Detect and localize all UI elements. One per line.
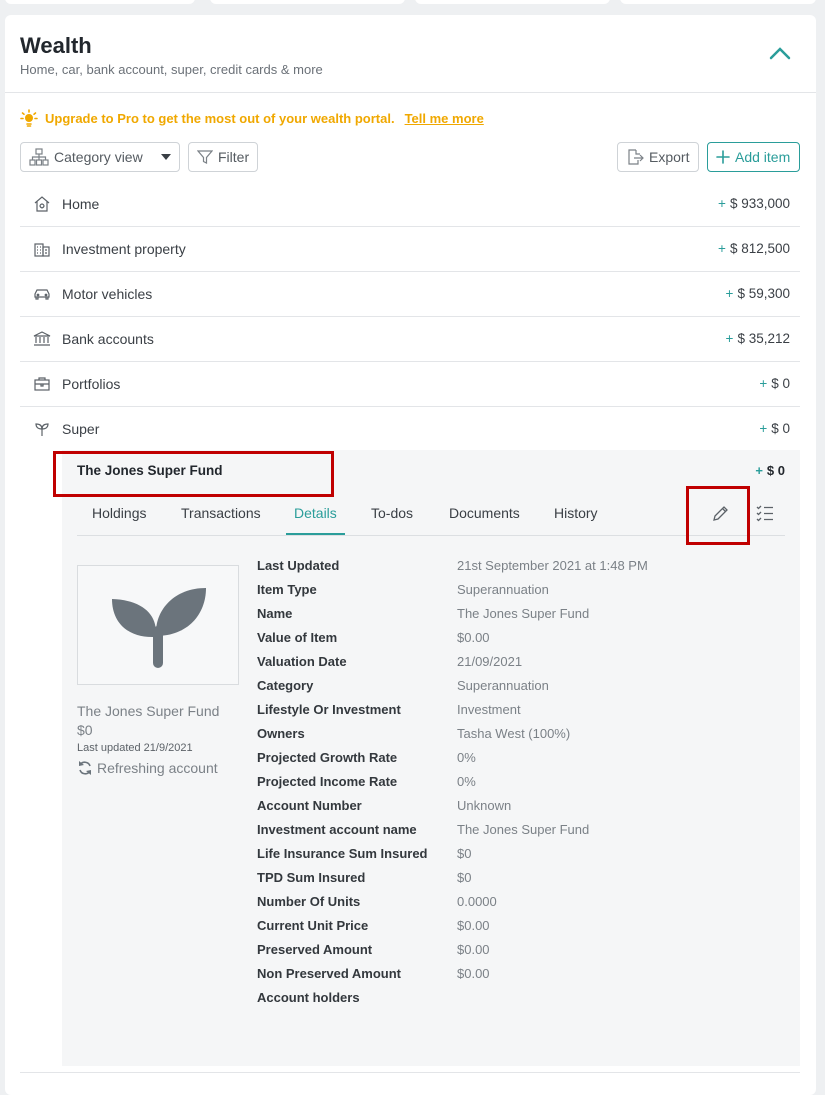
caret-down-icon (161, 154, 171, 160)
filter-button[interactable]: Filter (188, 142, 258, 172)
tab-transactions[interactable]: Transactions (181, 505, 261, 521)
category-label: Home (62, 195, 100, 212)
detail-tabs: Holdings Transactions Details To-dos Doc… (77, 505, 785, 536)
detail-row: Account holders (257, 990, 360, 1005)
top-tab[interactable] (620, 0, 816, 4)
detail-row: Investment account name The Jones Super F… (257, 822, 590, 837)
category-label: Motor vehicles (62, 285, 153, 302)
briefcase-icon (32, 374, 52, 394)
upgrade-banner: Upgrade to Pro to get the most out of yo… (20, 109, 484, 127)
detail-row: Projected Income Rate 0% (257, 774, 476, 789)
collapse-button[interactable] (765, 40, 795, 66)
sprout-icon (112, 588, 206, 668)
chevron-up-icon (769, 47, 791, 60)
add-item-label: Add item (735, 149, 791, 165)
export-button[interactable]: Export (617, 142, 699, 172)
tab-todos[interactable]: To-dos (371, 505, 413, 521)
plus-icon (716, 150, 730, 164)
category-amount: + $ 812,500 (718, 241, 790, 256)
tab-history[interactable]: History (554, 505, 598, 521)
detail-row: Last Updated 21st September 2021 at 1:48 … (257, 558, 648, 573)
category-label: Investment property (62, 240, 186, 257)
top-tab[interactable] (5, 0, 195, 4)
detail-row: Name The Jones Super Fund (257, 606, 590, 621)
category-view-label: Category view (54, 149, 143, 165)
sprout-icon (32, 419, 52, 439)
category-row-portfolios[interactable]: Portfolios + $ 0 (20, 361, 800, 407)
detail-row: Valuation Date 21/09/2021 (257, 654, 523, 669)
detail-row: Category Superannuation (257, 678, 549, 693)
top-tab[interactable] (210, 0, 405, 4)
filter-label: Filter (218, 149, 250, 165)
divider (5, 92, 816, 93)
fund-amount: + $ 0 (755, 463, 785, 478)
highlight-box-edit (686, 486, 750, 545)
category-row-super[interactable]: Super + $ 0 (20, 406, 800, 451)
checklist-icon (756, 505, 773, 522)
tell-me-more-link[interactable]: Tell me more (405, 111, 484, 126)
side-fund-name: The Jones Super Fund (77, 703, 220, 719)
add-item-button[interactable]: Add item (707, 142, 800, 172)
detail-row: Non Preserved Amount $0.00 (257, 966, 490, 981)
category-label: Portfolios (62, 375, 121, 392)
export-label: Export (649, 149, 690, 165)
tab-holdings[interactable]: Holdings (92, 505, 146, 521)
category-label: Bank accounts (62, 330, 154, 347)
category-amount: + $ 0 (759, 421, 790, 436)
filter-icon (197, 150, 213, 164)
divider (20, 1072, 800, 1073)
refresh-account-button[interactable]: Refreshing account (77, 760, 218, 776)
hierarchy-icon (29, 148, 49, 166)
category-row-motor-vehicles[interactable]: Motor vehicles + $ 59,300 (20, 271, 800, 317)
category-row-home[interactable]: Home + $ 933,000 (20, 181, 800, 227)
side-fund-value: $0 (77, 722, 93, 738)
building-icon (32, 239, 52, 259)
category-amount: + $ 0 (759, 376, 790, 391)
checklist-button[interactable] (755, 503, 775, 528)
detail-row: Lifestyle Or Investment Investment (257, 702, 521, 717)
side-last-updated: Last updated 21/9/2021 (77, 742, 193, 754)
page-subtitle: Home, car, bank account, super, credit c… (20, 62, 323, 77)
highlight-box-fund-name (53, 451, 334, 497)
detail-row: Account Number Unknown (257, 798, 512, 813)
fund-thumbnail (77, 565, 239, 685)
upgrade-text: Upgrade to Pro to get the most out of yo… (45, 110, 395, 126)
car-icon (32, 284, 52, 304)
tab-details[interactable]: Details (286, 505, 345, 535)
refresh-icon (79, 761, 91, 775)
detail-row: Life Insurance Sum Insured $0 (257, 846, 472, 861)
bank-icon (32, 329, 52, 349)
detail-row: Preserved Amount $0.00 (257, 942, 490, 957)
category-view-select[interactable]: Category view (20, 142, 180, 172)
category-label: Super (62, 420, 100, 437)
refresh-label: Refreshing account (97, 760, 218, 776)
top-tab-strip (0, 0, 825, 6)
detail-row: Projected Growth Rate 0% (257, 750, 476, 765)
export-icon (628, 149, 644, 165)
detail-row: Item Type Superannuation (257, 582, 549, 597)
category-row-bank-accounts[interactable]: Bank accounts + $ 35,212 (20, 316, 800, 362)
lightbulb-icon (20, 109, 38, 127)
detail-row: Value of Item $0.00 (257, 630, 490, 645)
detail-row: Number Of Units 0.0000 (257, 894, 497, 909)
category-amount: + $ 933,000 (718, 196, 790, 211)
category-row-investment-property[interactable]: Investment property + $ 812,500 (20, 226, 800, 272)
detail-row: Owners Tasha West (100%) (257, 726, 571, 741)
page-title: Wealth (20, 33, 92, 58)
category-amount: + $ 35,212 (725, 331, 790, 346)
top-tab[interactable] (415, 0, 610, 4)
home-icon (32, 194, 52, 214)
category-amount: + $ 59,300 (725, 286, 790, 301)
detail-row: Current Unit Price $0.00 (257, 918, 490, 933)
tab-documents[interactable]: Documents (449, 505, 520, 521)
detail-row: TPD Sum Insured $0 (257, 870, 472, 885)
